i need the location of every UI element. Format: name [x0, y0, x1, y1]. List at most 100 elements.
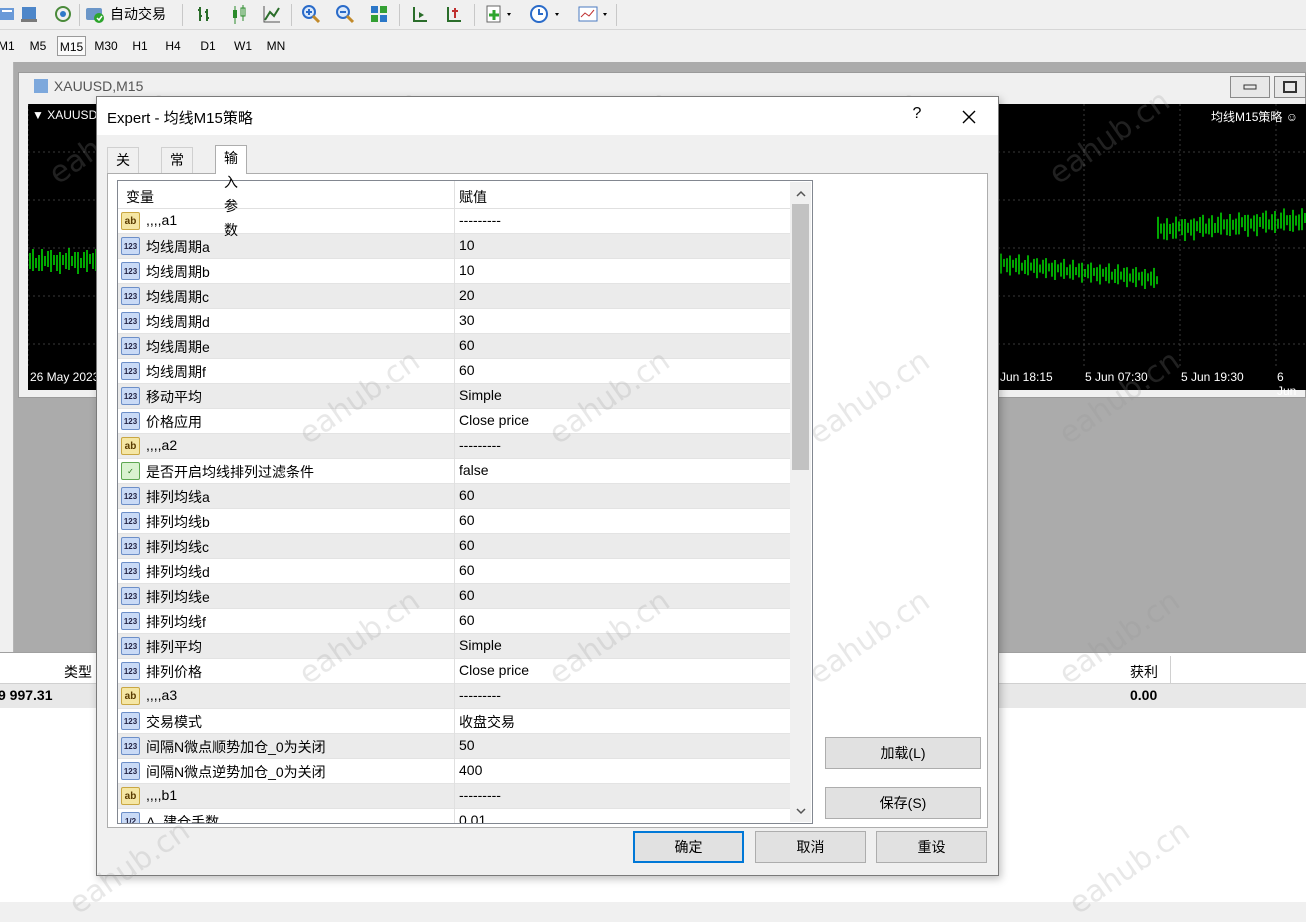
parameter-row[interactable]: ab ,,,,b1 --------- — [118, 784, 790, 809]
parameter-value[interactable]: --------- — [459, 787, 501, 803]
parameter-row[interactable]: 123 均线周期e 60 — [118, 334, 790, 359]
parameter-row[interactable]: ab ,,,,a1 --------- — [118, 209, 790, 234]
tab-inputs[interactable]: 输入参数 — [215, 145, 247, 238]
chart-symbol-text: XAUUSD, — [47, 108, 101, 122]
tf-m5[interactable]: M5 — [26, 36, 50, 56]
line-chart-icon[interactable] — [259, 2, 285, 26]
parameter-value[interactable]: Close price — [459, 662, 529, 678]
parameter-value[interactable]: 10 — [459, 237, 475, 253]
tab-about[interactable]: 关于 — [107, 147, 139, 192]
parameter-value[interactable]: 0.01 — [459, 812, 486, 823]
parameter-row[interactable]: 123 排列价格 Close price — [118, 659, 790, 684]
cell-divider — [454, 484, 455, 509]
tf-m1[interactable]: M1 — [0, 36, 15, 56]
parameter-row[interactable]: 123 排列均线b 60 — [118, 509, 790, 534]
parameter-row[interactable]: 123 间隔N微点逆势加仓_0为关闭 400 — [118, 759, 790, 784]
parameter-value[interactable]: 10 — [459, 262, 475, 278]
tf-h4[interactable]: H4 — [161, 36, 185, 56]
parameter-row[interactable]: 123 均线周期a 10 — [118, 234, 790, 259]
save-button[interactable]: 保存(S) — [825, 787, 981, 819]
maximize-button[interactable] — [1274, 76, 1306, 98]
parameter-value[interactable]: 60 — [459, 362, 475, 378]
parameter-value[interactable]: 60 — [459, 512, 475, 528]
strategy-tester-icon[interactable] — [50, 2, 76, 26]
col-variable-header[interactable]: 变量 — [126, 187, 154, 207]
periods-dropdown[interactable] — [526, 2, 566, 26]
parameter-value[interactable]: 收盘交易 — [459, 712, 515, 732]
parameter-row[interactable]: 1/2 A_建仓手数 0.01 — [118, 809, 790, 823]
tf-d1[interactable]: D1 — [196, 36, 220, 56]
parameter-row[interactable]: 123 均线周期c 20 — [118, 284, 790, 309]
parameter-value[interactable]: 60 — [459, 487, 475, 503]
parameter-value[interactable]: 60 — [459, 587, 475, 603]
autoscroll-icon[interactable] — [441, 2, 467, 26]
load-button[interactable]: 加载(L) — [825, 737, 981, 769]
tf-m15[interactable]: M15 — [57, 36, 86, 56]
parameter-row[interactable]: 123 均线周期d 30 — [118, 309, 790, 334]
help-button[interactable]: ? — [907, 105, 927, 123]
dialog-titlebar[interactable]: Expert - 均线M15策略 ? — [97, 97, 998, 135]
parameter-value[interactable]: Simple — [459, 637, 502, 653]
parameter-value[interactable]: --------- — [459, 687, 501, 703]
grid-scrollbar[interactable] — [790, 182, 811, 822]
parameter-value[interactable]: 60 — [459, 562, 475, 578]
parameter-row[interactable]: 123 均线周期f 60 — [118, 359, 790, 384]
col-value-header[interactable]: 赋值 — [459, 187, 487, 207]
parameter-value[interactable]: 60 — [459, 612, 475, 628]
candlestick-icon[interactable] — [226, 2, 252, 26]
parameter-value[interactable]: 50 — [459, 737, 475, 753]
parameter-row[interactable]: 123 移动平均 Simple — [118, 384, 790, 409]
parameter-row[interactable]: 123 价格应用 Close price — [118, 409, 790, 434]
parameter-row[interactable]: 123 间隔N微点顺势加仓_0为关闭 50 — [118, 734, 790, 759]
ok-button[interactable]: 确定 — [633, 831, 744, 863]
parameter-value[interactable]: false — [459, 462, 489, 478]
scroll-up-icon[interactable] — [792, 184, 809, 202]
parameter-row[interactable]: 123 均线周期b 10 — [118, 259, 790, 284]
indicators-dropdown[interactable] — [482, 2, 518, 26]
close-button[interactable] — [957, 105, 981, 129]
parameter-value[interactable]: 30 — [459, 312, 475, 328]
parameter-row[interactable]: 123 交易模式 收盘交易 — [118, 709, 790, 734]
bool-type-icon: ✓ — [121, 462, 140, 480]
parameter-value[interactable]: Simple — [459, 387, 502, 403]
parameter-row[interactable]: 123 排列均线a 60 — [118, 484, 790, 509]
parameter-value[interactable]: Close price — [459, 412, 529, 428]
parameter-name: 排列均线e — [146, 589, 210, 605]
parameter-value[interactable]: --------- — [459, 212, 501, 228]
parameter-value[interactable]: 400 — [459, 762, 482, 778]
scroll-down-icon[interactable] — [792, 802, 809, 820]
parameter-row[interactable]: ✓ 是否开启均线排列过滤条件 false — [118, 459, 790, 484]
scroll-thumb[interactable] — [792, 204, 809, 470]
parameter-row[interactable]: ab ,,,,a3 --------- — [118, 684, 790, 709]
tf-m30[interactable]: M30 — [92, 36, 120, 56]
parameter-row[interactable]: 123 排列平均 Simple — [118, 634, 790, 659]
tile-windows-icon[interactable] — [366, 2, 392, 26]
chart-window-icon — [34, 79, 48, 93]
tab-common[interactable]: 常用 — [161, 147, 193, 192]
parameter-value[interactable]: 60 — [459, 537, 475, 553]
cancel-button[interactable]: 取消 — [755, 831, 866, 863]
parameter-value[interactable]: --------- — [459, 437, 501, 453]
autotrade-button[interactable]: 自动交易 — [84, 2, 176, 26]
zoom-out-icon[interactable] — [332, 2, 358, 26]
chart-shift-icon[interactable] — [407, 2, 433, 26]
parameter-row[interactable]: 123 排列均线c 60 — [118, 534, 790, 559]
chart-date-label: Jun 18:15 — [1000, 370, 1053, 384]
parameter-row[interactable]: 123 排列均线e 60 — [118, 584, 790, 609]
parameter-row[interactable]: 123 排列均线f 60 — [118, 609, 790, 634]
parameter-row[interactable]: ab ,,,,a2 --------- — [118, 434, 790, 459]
parameter-row[interactable]: 123 排列均线d 60 — [118, 559, 790, 584]
bar-chart-icon[interactable] — [192, 2, 218, 26]
parameter-value[interactable]: 20 — [459, 287, 475, 303]
templates-dropdown[interactable] — [574, 2, 614, 26]
cell-divider — [454, 684, 455, 709]
tf-w1[interactable]: W1 — [230, 36, 256, 56]
parameter-value[interactable]: 60 — [459, 337, 475, 353]
reset-button[interactable]: 重设 — [876, 831, 987, 863]
tf-h1[interactable]: H1 — [128, 36, 152, 56]
minimize-button[interactable] — [1230, 76, 1270, 98]
zoom-in-icon[interactable] — [298, 2, 324, 26]
terminal-icon[interactable] — [16, 2, 42, 26]
parameter-name: 交易模式 — [146, 714, 202, 730]
tf-mn[interactable]: MN — [263, 36, 289, 56]
